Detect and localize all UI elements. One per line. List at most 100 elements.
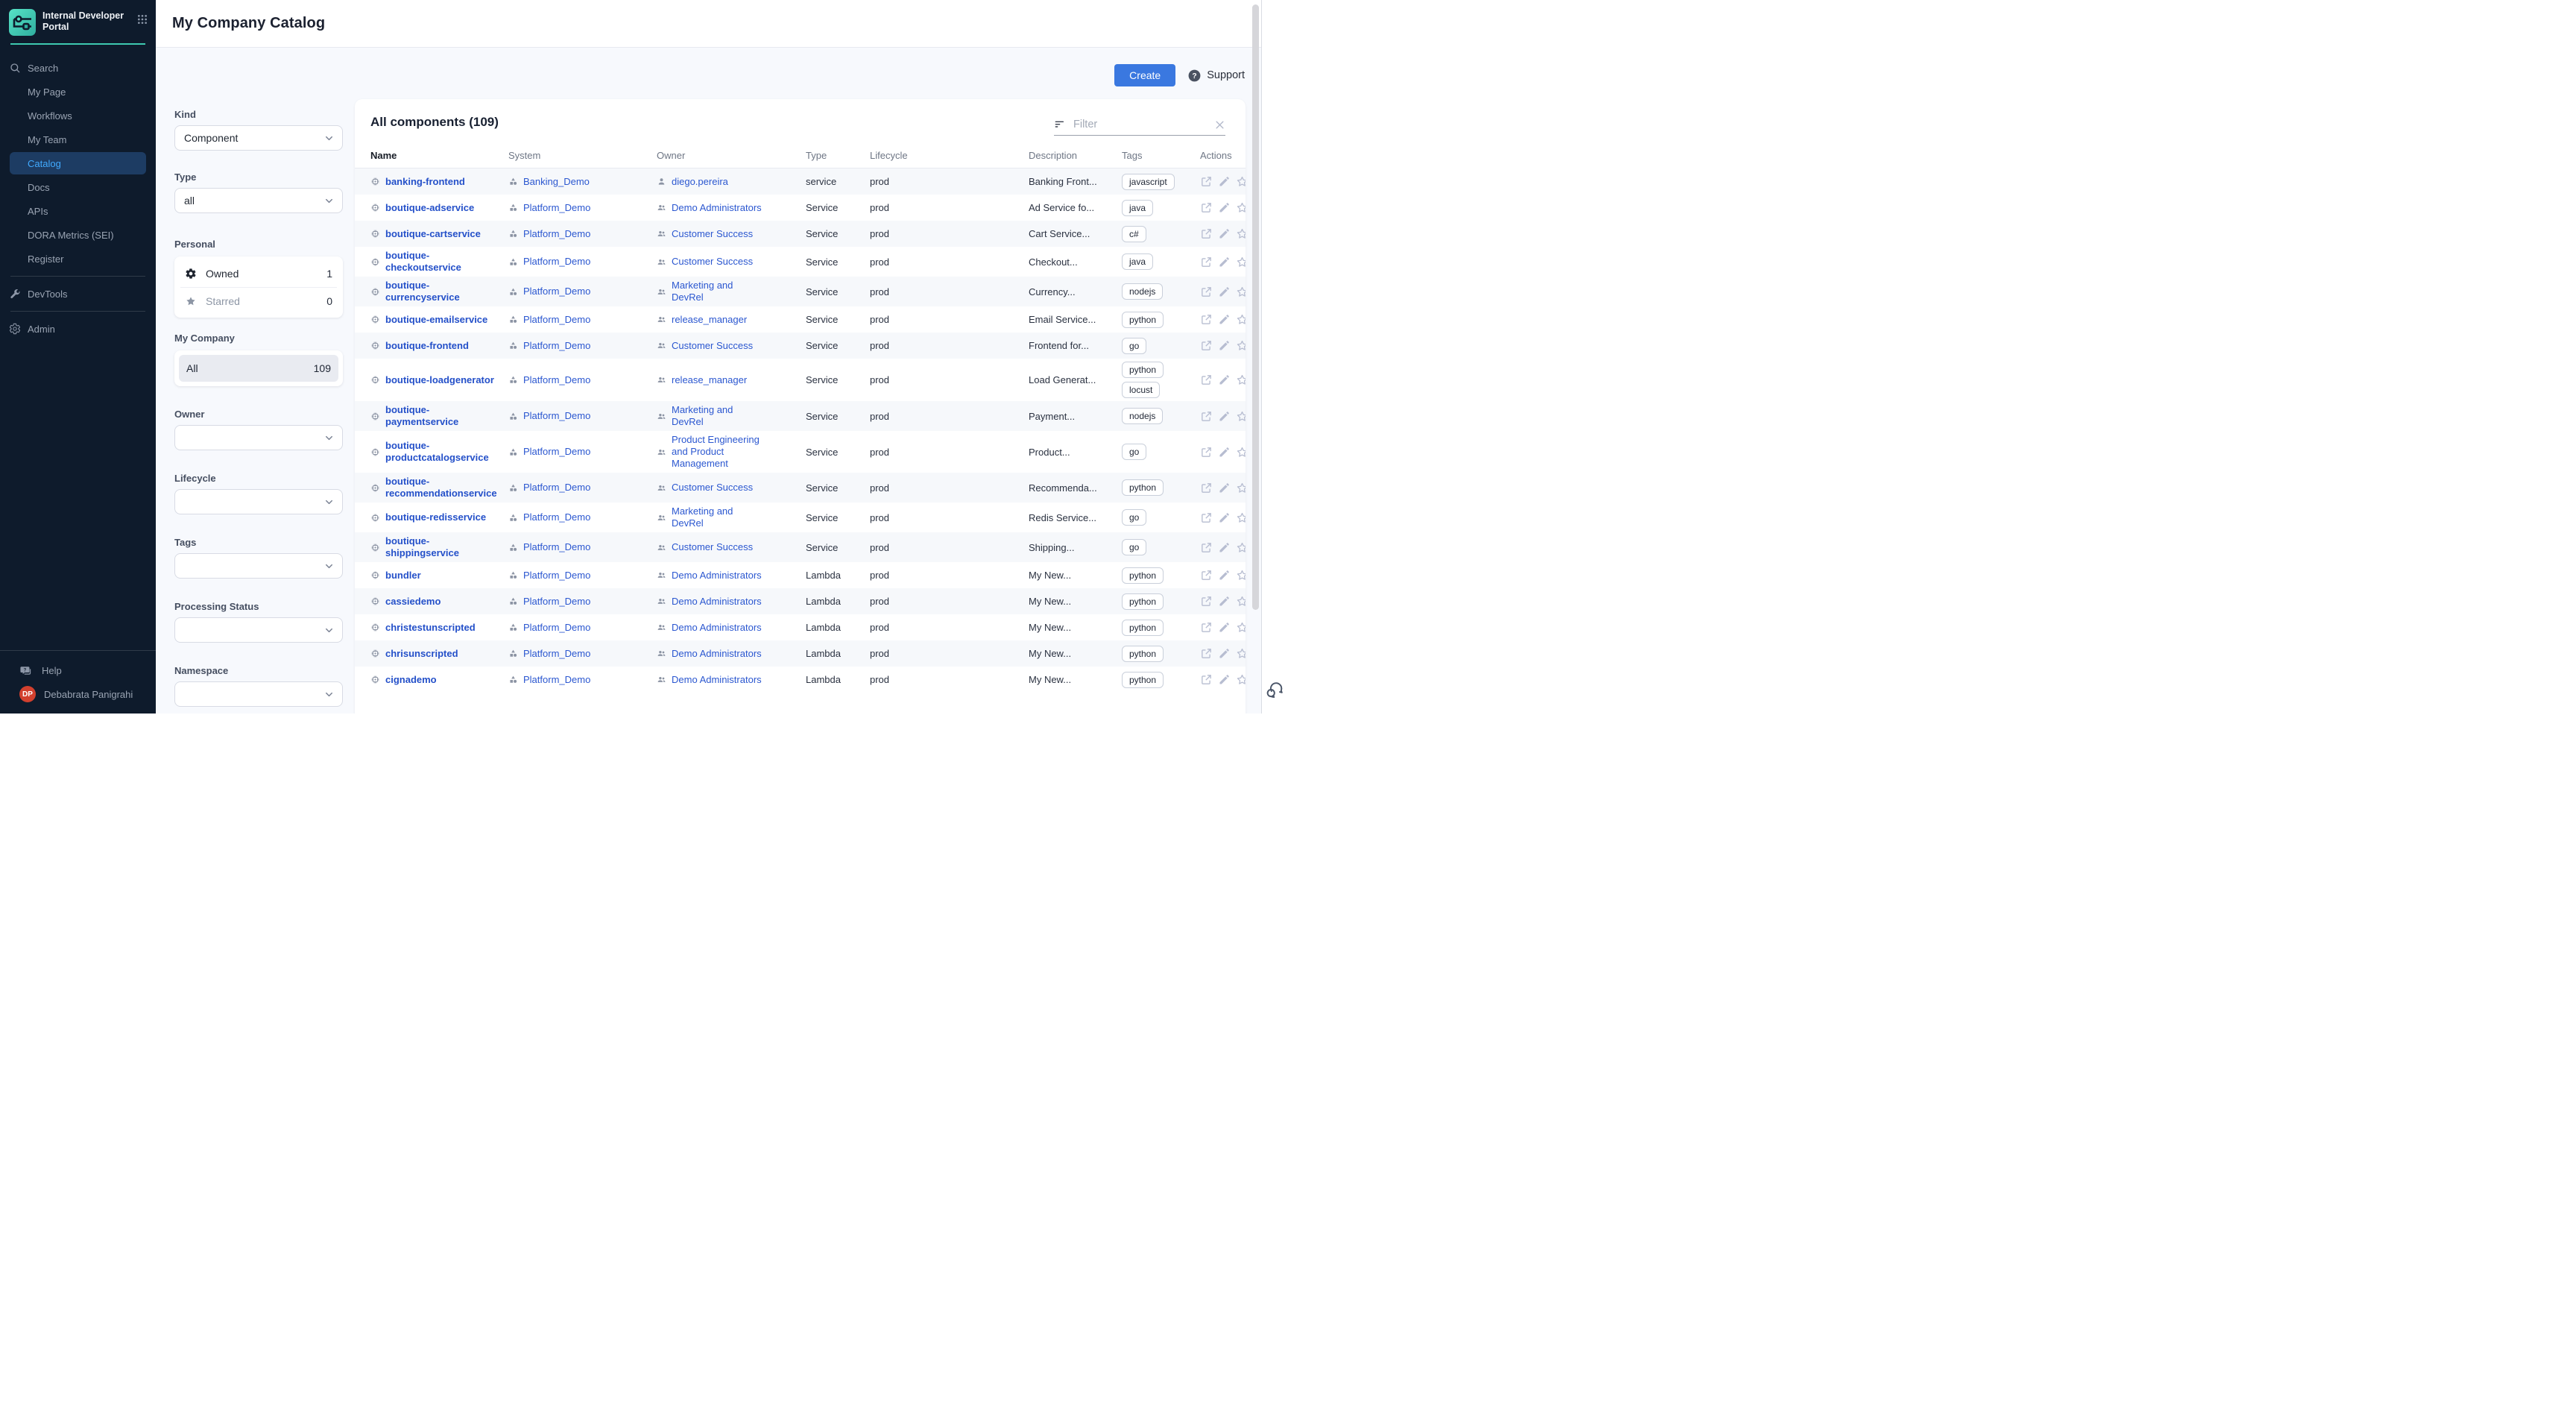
edit-pencil-icon[interactable]: [1218, 201, 1231, 214]
owner-link[interactable]: Demo Administrators: [672, 570, 762, 582]
sidebar-item-my-team[interactable]: My Team: [10, 128, 145, 151]
system-link[interactable]: Platform_Demo: [523, 228, 590, 240]
edit-pencil-icon[interactable]: [1218, 339, 1231, 352]
star-outline-icon[interactable]: [1236, 569, 1246, 582]
edit-pencil-icon[interactable]: [1218, 621, 1231, 634]
edit-pencil-icon[interactable]: [1218, 410, 1231, 423]
star-outline-icon[interactable]: [1236, 313, 1246, 326]
owner-link[interactable]: Customer Success: [672, 482, 753, 494]
edit-pencil-icon[interactable]: [1218, 256, 1231, 268]
system-link[interactable]: Platform_Demo: [523, 622, 590, 634]
open-in-new-icon[interactable]: [1200, 339, 1213, 352]
system-link[interactable]: Platform_Demo: [523, 648, 590, 660]
star-outline-icon[interactable]: [1236, 482, 1246, 494]
edit-pencil-icon[interactable]: [1218, 647, 1231, 660]
user-menu[interactable]: DP Debabrata Panigrahi: [0, 682, 156, 706]
star-outline-icon[interactable]: [1236, 175, 1246, 188]
edit-pencil-icon[interactable]: [1218, 595, 1231, 608]
create-button[interactable]: Create: [1114, 64, 1175, 86]
open-in-new-icon[interactable]: [1200, 256, 1213, 268]
system-link[interactable]: Platform_Demo: [523, 596, 590, 608]
system-link[interactable]: Platform_Demo: [523, 202, 590, 214]
owner-link[interactable]: release_manager: [672, 374, 747, 386]
component-name-link[interactable]: christestunscripted: [385, 622, 476, 634]
owner-link[interactable]: Marketing and DevRel: [672, 505, 765, 529]
open-in-new-icon[interactable]: [1200, 673, 1213, 686]
sidebar-item-workflows[interactable]: Workflows: [10, 104, 145, 127]
component-name-link[interactable]: cassiedemo: [385, 596, 441, 608]
namespace-select[interactable]: [174, 681, 343, 707]
component-name-link[interactable]: boutique-emailservice: [385, 314, 487, 326]
sidebar-item-devtools[interactable]: DevTools: [10, 283, 145, 305]
edit-pencil-icon[interactable]: [1218, 673, 1231, 686]
owner-link[interactable]: Marketing and DevRel: [672, 280, 765, 303]
sidebar-item-my-page[interactable]: My Page: [10, 81, 145, 103]
system-link[interactable]: Platform_Demo: [523, 541, 590, 553]
component-name-link[interactable]: bundler: [385, 570, 421, 582]
sidebar-item-dora-metrics-sei-[interactable]: DORA Metrics (SEI): [10, 224, 145, 246]
star-outline-icon[interactable]: [1236, 201, 1246, 214]
component-name-link[interactable]: cignademo: [385, 674, 437, 686]
edit-pencil-icon[interactable]: [1218, 313, 1231, 326]
system-link[interactable]: Platform_Demo: [523, 674, 590, 686]
system-link[interactable]: Platform_Demo: [523, 374, 590, 386]
open-in-new-icon[interactable]: [1200, 410, 1213, 423]
component-name-link[interactable]: boutique-adservice: [385, 202, 474, 214]
sidebar-item-admin[interactable]: Admin: [10, 318, 145, 340]
edit-pencil-icon[interactable]: [1218, 227, 1231, 240]
owner-link[interactable]: Demo Administrators: [672, 622, 762, 634]
open-in-new-icon[interactable]: [1200, 647, 1213, 660]
system-link[interactable]: Platform_Demo: [523, 410, 590, 422]
open-in-new-icon[interactable]: [1200, 482, 1213, 494]
star-outline-icon[interactable]: [1236, 673, 1246, 686]
kind-select[interactable]: Component: [174, 125, 343, 151]
star-outline-icon[interactable]: [1236, 621, 1246, 634]
edit-pencil-icon[interactable]: [1218, 446, 1231, 459]
edit-pencil-icon[interactable]: [1218, 569, 1231, 582]
edit-pencil-icon[interactable]: [1218, 374, 1231, 386]
component-name-link[interactable]: boutique-shippingservice: [385, 535, 497, 559]
open-in-new-icon[interactable]: [1200, 541, 1213, 554]
owner-link[interactable]: Customer Success: [672, 541, 753, 553]
owner-link[interactable]: Customer Success: [672, 340, 753, 352]
owner-link[interactable]: Product Engineering and Product Manageme…: [672, 434, 765, 470]
edit-pencil-icon[interactable]: [1218, 175, 1231, 188]
edit-pencil-icon[interactable]: [1218, 511, 1231, 524]
system-link[interactable]: Platform_Demo: [523, 511, 590, 523]
apps-grid-icon[interactable]: [136, 13, 148, 25]
owner-link[interactable]: Demo Administrators: [672, 202, 762, 214]
component-name-link[interactable]: boutique-currencyservice: [385, 280, 497, 303]
open-in-new-icon[interactable]: [1200, 621, 1213, 634]
system-link[interactable]: Platform_Demo: [523, 256, 590, 268]
component-name-link[interactable]: boutique-checkoutservice: [385, 250, 497, 274]
open-in-new-icon[interactable]: [1200, 569, 1213, 582]
tags-select[interactable]: [174, 553, 343, 579]
star-outline-icon[interactable]: [1236, 339, 1246, 352]
star-outline-icon[interactable]: [1236, 595, 1246, 608]
page-scrollbar-thumb[interactable]: [1252, 4, 1259, 610]
owner-link[interactable]: Demo Administrators: [672, 674, 762, 686]
filter-input[interactable]: [1073, 119, 1214, 130]
component-name-link[interactable]: boutique-loadgenerator: [385, 374, 494, 386]
open-in-new-icon[interactable]: [1200, 286, 1213, 298]
processing-status-select[interactable]: [174, 617, 343, 643]
sidebar-item-help[interactable]: ? Help: [0, 658, 156, 682]
open-in-new-icon[interactable]: [1200, 446, 1213, 459]
owner-link[interactable]: release_manager: [672, 314, 747, 326]
owner-link[interactable]: Demo Administrators: [672, 648, 762, 660]
type-select[interactable]: all: [174, 188, 343, 213]
owner-link[interactable]: Demo Administrators: [672, 596, 762, 608]
system-link[interactable]: Banking_Demo: [523, 176, 590, 188]
chat-bubbles-icon[interactable]: [1264, 680, 1284, 700]
sidebar-item-search[interactable]: Search: [10, 57, 145, 79]
open-in-new-icon[interactable]: [1200, 313, 1213, 326]
component-name-link[interactable]: banking-frontend: [385, 176, 465, 188]
star-outline-icon[interactable]: [1236, 256, 1246, 268]
star-outline-icon[interactable]: [1236, 647, 1246, 660]
component-name-link[interactable]: chrisunscripted: [385, 648, 458, 660]
system-link[interactable]: Platform_Demo: [523, 340, 590, 352]
star-outline-icon[interactable]: [1236, 410, 1246, 423]
clear-filter-icon[interactable]: [1214, 119, 1225, 130]
star-outline-icon[interactable]: [1236, 286, 1246, 298]
edit-pencil-icon[interactable]: [1218, 286, 1231, 298]
